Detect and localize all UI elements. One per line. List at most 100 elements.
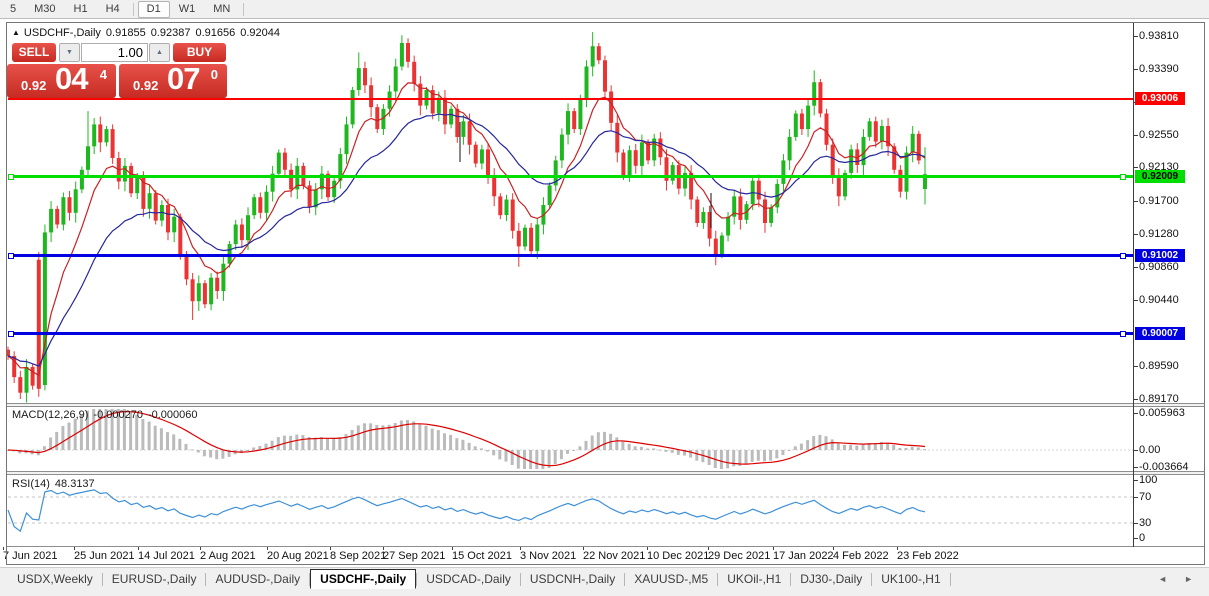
axis-tick: [1133, 134, 1138, 136]
date-axis-label: 27 Sep 2021: [383, 550, 446, 562]
sell-price-prefix: 0.92: [21, 78, 47, 93]
chart-tab-usdchf-daily[interactable]: USDCHF-,Daily: [310, 569, 417, 589]
chart-tab-usdx-weekly[interactable]: USDX,Weekly: [8, 570, 102, 588]
chart-tab-audusd-daily[interactable]: AUDUSD-,Daily: [206, 570, 309, 588]
level-line-0.90007[interactable]: [8, 332, 1133, 335]
timeframe-button-h4[interactable]: H4: [97, 1, 129, 18]
axis-tick: [1133, 538, 1138, 539]
chart-tab-usdcad-daily[interactable]: USDCAD-,Daily: [417, 570, 520, 588]
panel-separator[interactable]: [7, 403, 1204, 407]
volume-decrease-button[interactable]: ▼: [59, 43, 80, 62]
line-handle[interactable]: [1120, 330, 1126, 337]
trading-terminal: 5 M30 H1 H4 D1 W1 MN ▲ USDCHF-,Daily 0.91855 0.92…: [0, 0, 1209, 596]
chart-tab-xauusd-m5[interactable]: XAUUSD-,M5: [625, 570, 717, 588]
axis-tick: [1133, 497, 1138, 498]
tab-scroll-right-icon[interactable]: ►: [1184, 574, 1193, 584]
symbol-name: USDCHF-,Daily: [23, 27, 101, 39]
price-axis-label: 0.93810: [1139, 30, 1179, 42]
date-axis-label: 14 Jul 2021: [138, 550, 195, 562]
line-handle[interactable]: [8, 330, 14, 337]
ohlc-close: 0.92044: [240, 27, 280, 39]
sell-price-tile[interactable]: 0.92 04 4: [7, 61, 116, 98]
timeframe-button-m30[interactable]: M30: [25, 1, 64, 18]
chart-tab-eurusd-daily[interactable]: EURUSD-,Daily: [103, 570, 206, 588]
tab-divider: [949, 572, 951, 586]
price-axis-label: 0.92550: [1139, 128, 1179, 141]
date-axis-label: 22 Nov 2021: [583, 550, 646, 562]
axis-tick: [1133, 399, 1138, 400]
toolbar-separator: [243, 2, 245, 16]
panel-separator[interactable]: [7, 471, 1204, 475]
chart-tab-uk100-h1[interactable]: UK100-,H1: [872, 570, 949, 588]
axis-tick: [1133, 413, 1138, 414]
chart-tab-bar: USDX,Weekly EURUSD-,Daily AUDUSD-,Daily USD…: [0, 567, 1209, 596]
axis-tick: [1133, 36, 1138, 37]
axis-tick: [1133, 366, 1138, 368]
axis-tick: [1133, 299, 1138, 301]
level-line-0.93006[interactable]: [8, 97, 1133, 100]
timeframe-button-mn[interactable]: MN: [204, 1, 239, 18]
toolbar-separator: [132, 2, 134, 16]
macd-axis-label: 0.005963: [1139, 407, 1185, 419]
rsi-name: RSI(14): [12, 478, 50, 490]
level-line-0.92009[interactable]: [8, 175, 1133, 179]
macd-main-value: -0.000270: [93, 409, 143, 421]
timeframe-button-h1[interactable]: H1: [65, 1, 97, 18]
axis-tick: [1133, 450, 1138, 451]
line-handle[interactable]: [8, 173, 14, 180]
rsi-axis-label: 70: [1139, 491, 1152, 503]
chart-tab-ukoil-h1[interactable]: UKOil-,H1: [718, 570, 790, 588]
date-axis-label: 20 Aug 2021: [267, 550, 329, 562]
timeframe-button-w1[interactable]: W1: [170, 1, 205, 18]
axis-tick: [1133, 523, 1138, 524]
panel-separator: [7, 546, 1204, 547]
buy-price-prefix: 0.92: [133, 78, 159, 93]
sell-button[interactable]: SELL: [12, 43, 56, 62]
macd-axis-label: 0.00: [1139, 444, 1161, 456]
sell-price-big: 04: [55, 61, 88, 96]
date-axis-label: 10 Dec 2021: [647, 550, 710, 562]
line-handle[interactable]: [8, 252, 14, 259]
axis-tick: [1133, 167, 1138, 169]
ohlc-high: 0.92387: [150, 27, 191, 39]
axis-tick: [1133, 201, 1138, 203]
buy-button[interactable]: BUY: [173, 43, 226, 62]
chart-tab-dj30-daily[interactable]: DJ30-,Daily: [791, 570, 871, 588]
date-axis-label: 23 Feb 2022: [897, 550, 959, 562]
date-axis-label: 17 Jan 2022: [773, 550, 834, 562]
volume-increase-button[interactable]: ▲: [149, 43, 170, 62]
date-axis-label: 3 Nov 2021: [520, 550, 577, 562]
tab-scroll-left-icon[interactable]: ◄: [1158, 574, 1167, 584]
date-axis-label: 25 Jun 2021: [74, 550, 135, 562]
rsi-value: 48.3137: [54, 478, 95, 490]
price-axis-label: 0.89590: [1139, 360, 1179, 373]
timeframe-button-5[interactable]: 5: [1, 1, 25, 18]
price-tag-0.93006: 0.93006: [1135, 92, 1185, 106]
ohlc-low: 0.91656: [195, 27, 236, 39]
price-axis-label: 0.90860: [1139, 260, 1179, 273]
level-line-0.91002[interactable]: [8, 254, 1133, 258]
axis-tick: [1133, 467, 1138, 468]
rsi-axis-label: 100: [1139, 474, 1158, 486]
rsi-axis-label: 30: [1139, 517, 1152, 529]
collapse-arrow-icon[interactable]: ▲: [12, 28, 20, 37]
price-axis-label: 0.91700: [1139, 195, 1179, 208]
line-handle[interactable]: [1120, 173, 1126, 180]
rsi-plot-area[interactable]: [7, 475, 1133, 546]
axis-tick: [1133, 233, 1138, 235]
volume-input[interactable]: [81, 43, 148, 62]
price-axis-label: 0.90440: [1139, 293, 1179, 306]
axis-tick: [1133, 480, 1138, 481]
chart-tab-usdcnh-daily[interactable]: USDCNH-,Daily: [521, 570, 624, 588]
buy-price-tile[interactable]: 0.92 07 0: [119, 61, 227, 98]
rsi-axis-label: 0: [1139, 532, 1146, 544]
price-tag-0.92009: 0.92009: [1135, 170, 1185, 184]
date-axis-label: 4 Feb 2022: [833, 550, 889, 562]
line-handle[interactable]: [1120, 252, 1126, 259]
spinner-up-icon: ▲: [156, 49, 163, 56]
spinner-down-icon: ▼: [66, 49, 73, 56]
date-axis-label: 15 Oct 2021: [452, 550, 512, 562]
sell-price-pip: 4: [99, 67, 107, 82]
date-axis-label: 7 Jun 2021: [3, 550, 58, 562]
timeframe-button-d1[interactable]: D1: [137, 0, 170, 18]
